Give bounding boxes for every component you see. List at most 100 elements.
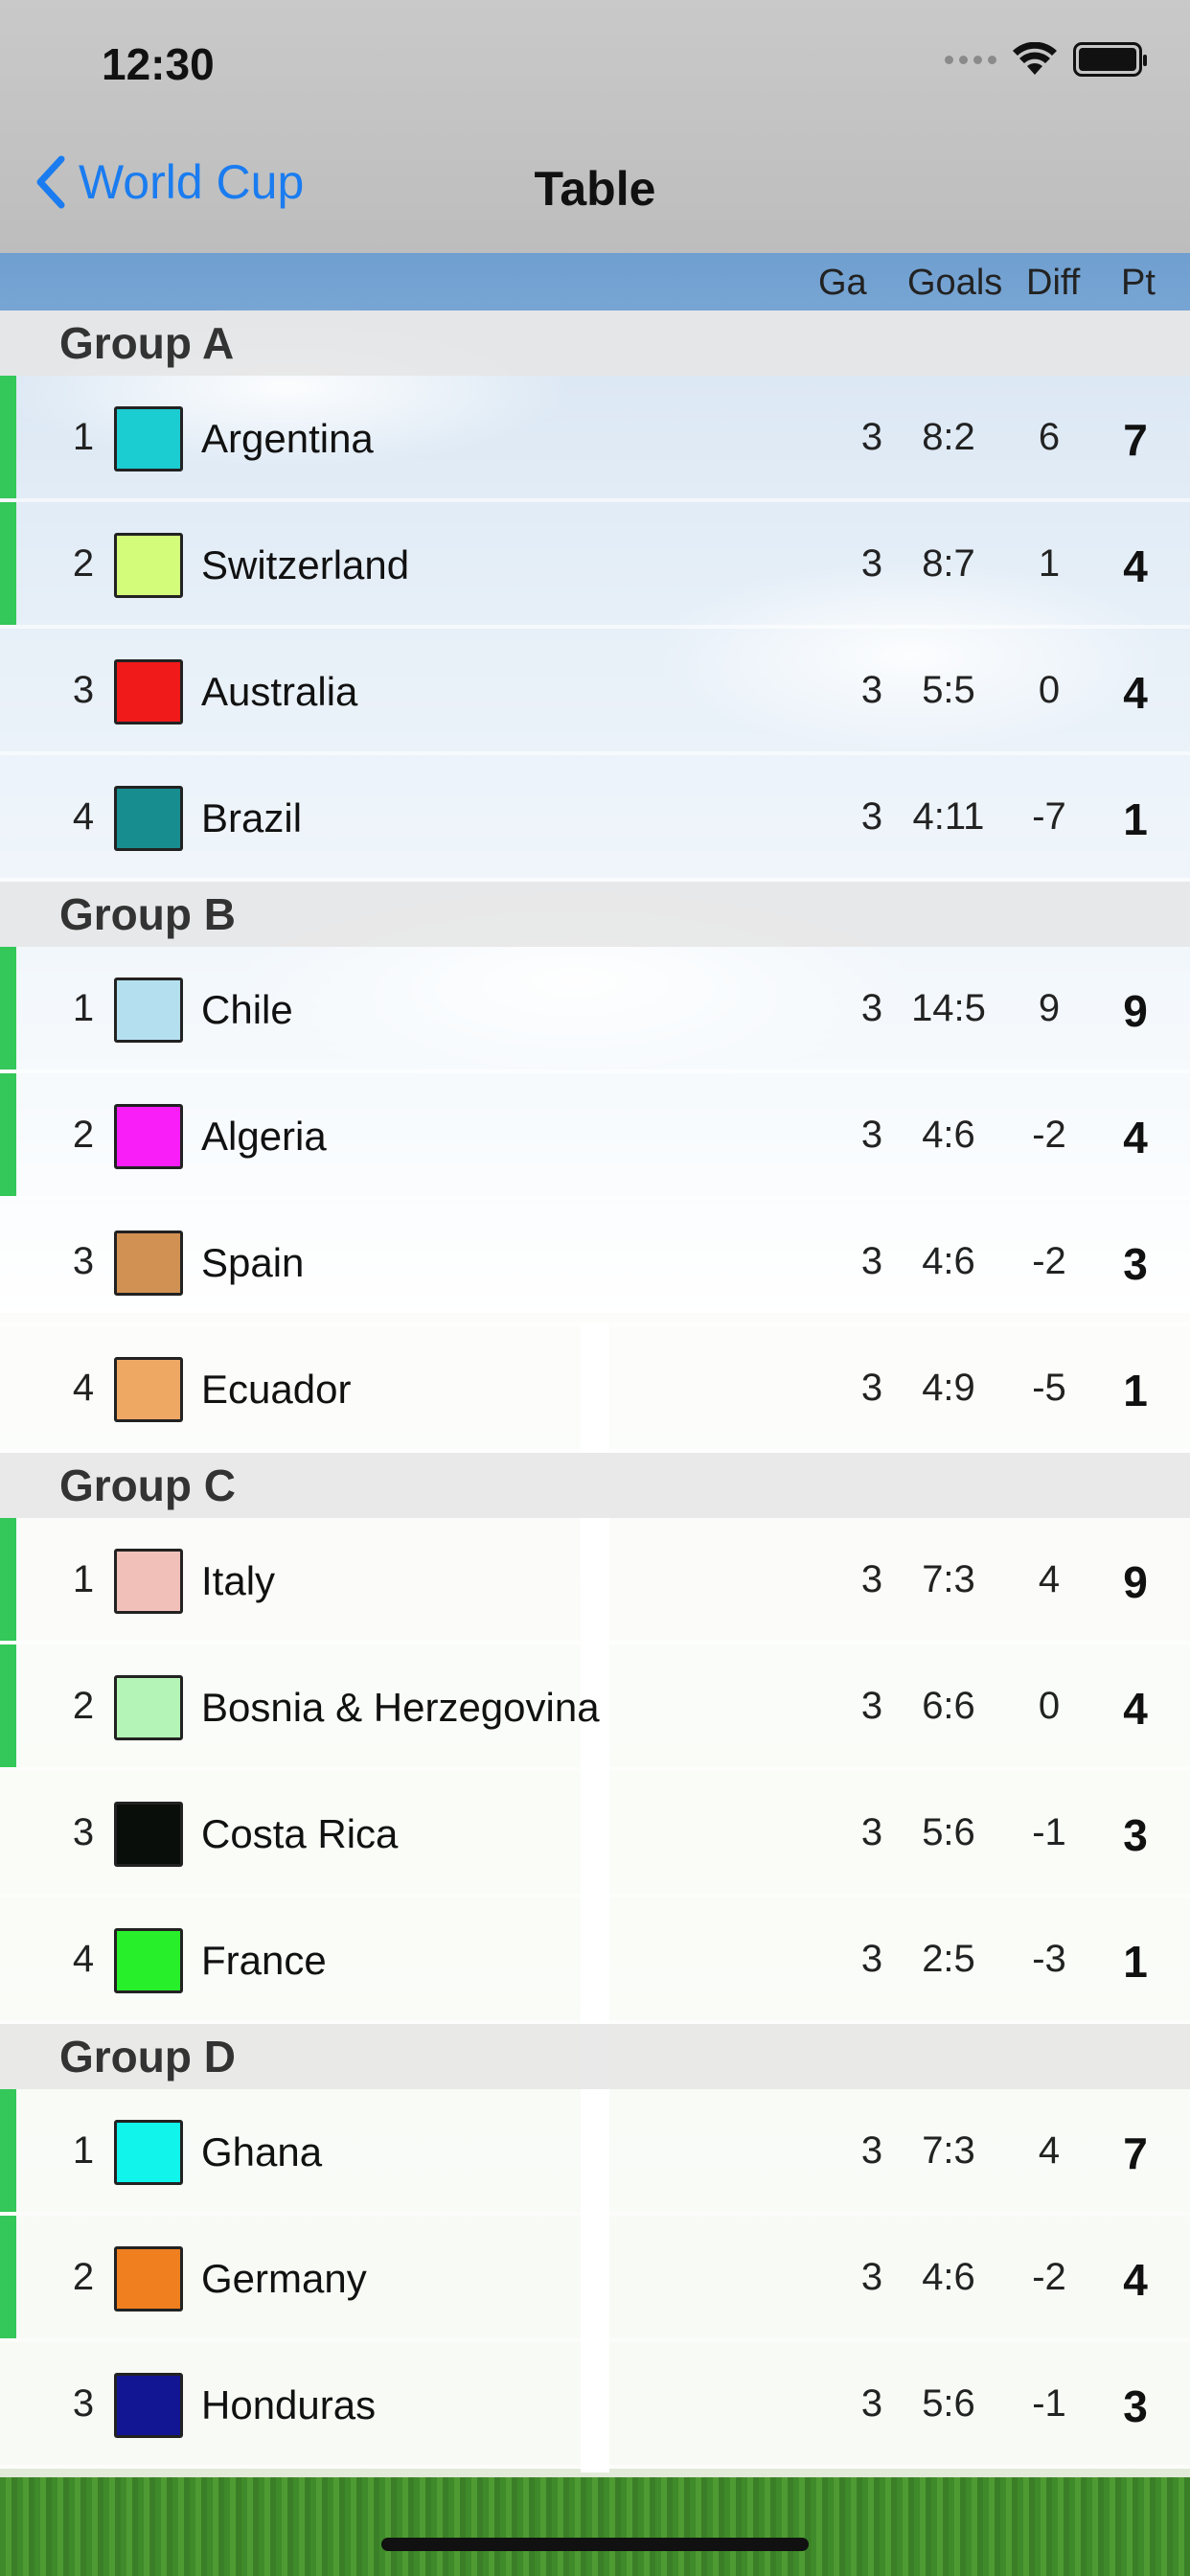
team-goals: 7:3	[922, 2129, 975, 2172]
team-position: 1	[72, 416, 95, 458]
team-diff: 4	[1038, 2129, 1061, 2172]
team-diff: -2	[1032, 1240, 1066, 1282]
group-header: Group A	[0, 310, 1190, 376]
team-diff: 9	[1038, 987, 1061, 1029]
team-name: Italy	[201, 1558, 276, 1603]
team-row[interactable]: 2 Bosnia & Herzegovina 3 6:6 0 4	[0, 1644, 1190, 1771]
team-row[interactable]: 2 Switzerland 3 8:7 1 4	[0, 502, 1190, 629]
column-headers: Ga Goals Diff Pt	[0, 253, 1190, 310]
team-diff: -2	[1032, 2256, 1066, 2298]
qualified-indicator	[0, 1073, 16, 1196]
team-name: Ghana	[201, 2129, 323, 2174]
group-header: Group C	[0, 1453, 1190, 1518]
team-games: 3	[860, 669, 883, 711]
team-row[interactable]: 1 Italy 3 7:3 4 9	[0, 1518, 1190, 1644]
team-row[interactable]: 3 Costa Rica 3 5:6 -1 3	[0, 1771, 1190, 1898]
team-position: 2	[72, 2256, 95, 2298]
group-header: Group D	[0, 2024, 1190, 2089]
team-row[interactable]: 1 Argentina 3 8:2 6 7	[0, 376, 1190, 502]
signal-icon	[945, 55, 996, 64]
team-diff: -1	[1032, 1811, 1066, 1853]
team-color-swatch	[114, 1928, 183, 1993]
team-points: 9	[1123, 1557, 1148, 1607]
team-name: Algeria	[201, 1114, 327, 1159]
team-position: 3	[72, 1240, 95, 1282]
team-row[interactable]: 1 Chile 3 14:5 9 9	[0, 947, 1190, 1073]
team-position: 4	[72, 1367, 95, 1409]
team-color-swatch	[114, 1357, 183, 1422]
team-games: 3	[860, 1558, 883, 1600]
column-diff: Diff	[1026, 263, 1081, 303]
team-row[interactable]: 1 Ghana 3 7:3 4 7	[0, 2089, 1190, 2216]
team-row[interactable]: 4 France 3 2:5 -3 1	[0, 1898, 1190, 2024]
team-goals: 6:6	[922, 1685, 975, 1727]
team-name: Argentina	[201, 416, 374, 461]
team-games: 3	[860, 2256, 883, 2298]
qualified-indicator	[0, 1644, 16, 1767]
column-points: Pt	[1121, 263, 1156, 303]
team-goals: 7:3	[922, 1558, 975, 1600]
page-title: Table	[534, 162, 656, 216]
team-position: 2	[72, 542, 95, 585]
team-name: Spain	[201, 1240, 305, 1285]
team-points: 4	[1123, 1113, 1148, 1162]
team-color-swatch	[114, 533, 183, 598]
team-color-swatch	[114, 786, 183, 851]
team-diff: 0	[1038, 669, 1061, 711]
qualified-indicator	[0, 2216, 16, 2338]
team-row[interactable]: 3 Honduras 3 5:6 -1 3	[0, 2342, 1190, 2469]
team-diff: 0	[1038, 1685, 1061, 1727]
team-position: 4	[72, 1938, 95, 1980]
team-color-swatch	[114, 978, 183, 1043]
team-goals: 14:5	[911, 987, 986, 1029]
team-color-swatch	[114, 1230, 183, 1296]
team-games: 3	[860, 2129, 883, 2172]
team-games: 3	[860, 416, 883, 458]
team-points: 1	[1123, 794, 1148, 844]
team-games: 3	[860, 1938, 883, 1980]
team-points: 1	[1123, 1366, 1148, 1415]
team-row[interactable]: 4 Ecuador 3 4:9 -5 1	[0, 1326, 1190, 1453]
team-row[interactable]: 3 Spain 3 4:6 -2 3	[0, 1200, 1190, 1326]
team-games: 3	[860, 1367, 883, 1409]
team-row[interactable]: 4 Brazil 3 4:11 -7 1	[0, 755, 1190, 882]
wifi-icon	[1013, 42, 1057, 75]
team-row[interactable]: 2 Algeria 3 4:6 -2 4	[0, 1073, 1190, 1200]
team-games: 3	[860, 2382, 883, 2425]
qualified-indicator	[0, 1518, 16, 1641]
team-row[interactable]: 2 Germany 3 4:6 -2 4	[0, 2216, 1190, 2342]
team-goals: 5:6	[922, 1811, 975, 1853]
home-indicator[interactable]	[381, 2538, 809, 2551]
team-diff: 6	[1038, 416, 1061, 458]
team-goals: 8:2	[922, 416, 975, 458]
team-name: Germany	[201, 2256, 367, 2301]
team-color-swatch	[114, 2246, 183, 2312]
team-points: 7	[1123, 415, 1148, 465]
status-time: 12:30	[102, 39, 215, 89]
team-diff: -2	[1032, 1114, 1066, 1156]
qualified-indicator	[0, 502, 16, 625]
team-row[interactable]: 3 Australia 3 5:5 0 4	[0, 629, 1190, 755]
team-color-swatch	[114, 406, 183, 472]
qualified-indicator	[0, 2089, 16, 2212]
team-name: Australia	[201, 669, 358, 714]
standings-table: Group A 1 Argentina 3 8:2 6 7 2 Switzerland 3 8:7 1…	[0, 310, 1190, 2469]
team-points: 3	[1123, 2381, 1148, 2431]
team-goals: 2:5	[922, 1938, 975, 1980]
team-position: 1	[72, 2129, 95, 2172]
team-position: 1	[72, 1558, 95, 1600]
team-games: 3	[860, 1114, 883, 1156]
status-icons	[945, 42, 1147, 77]
team-points: 7	[1123, 2128, 1148, 2178]
team-name: Costa Rica	[201, 1811, 399, 1856]
team-points: 4	[1123, 2255, 1148, 2305]
team-goals: 4:11	[912, 795, 985, 838]
team-diff: -7	[1032, 795, 1066, 838]
team-position: 4	[72, 795, 95, 838]
qualified-indicator	[0, 376, 16, 498]
team-points: 4	[1123, 541, 1148, 591]
team-goals: 5:6	[922, 2382, 975, 2425]
team-name: Honduras	[201, 2382, 377, 2427]
team-name: Brazil	[201, 795, 303, 840]
team-diff: -3	[1032, 1938, 1066, 1980]
